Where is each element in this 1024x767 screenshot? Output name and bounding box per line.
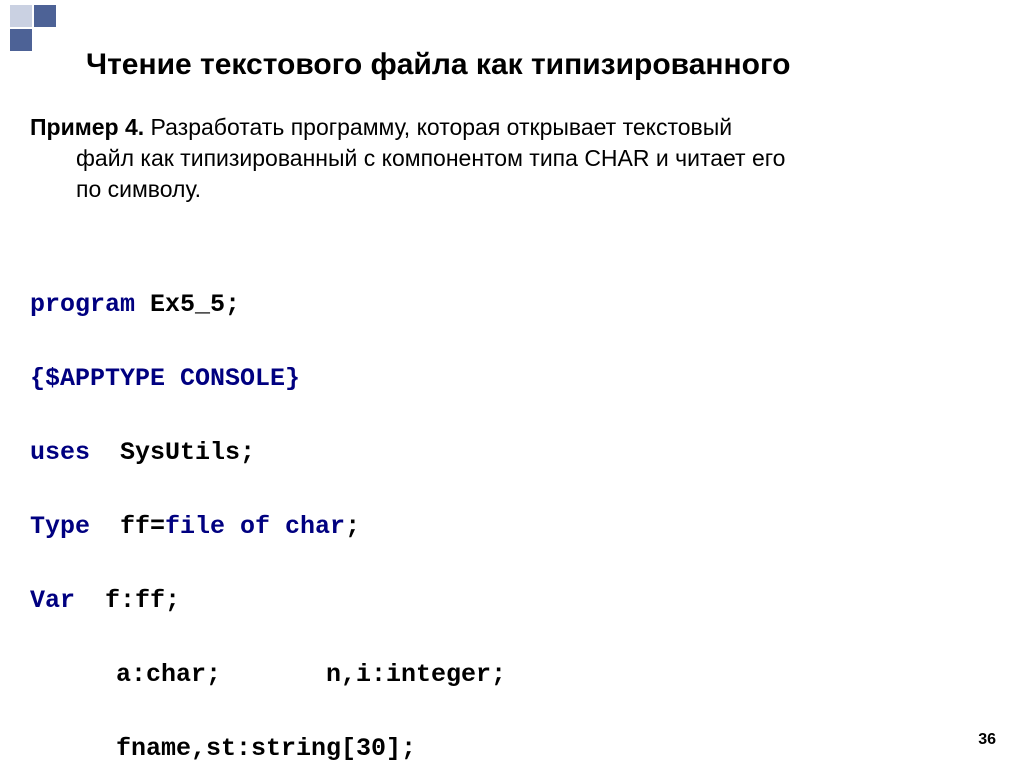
- example-label: Пример 4.: [30, 114, 144, 140]
- deco-square: [10, 29, 32, 51]
- page-number: 36: [978, 731, 996, 749]
- kw-file-of-char: file of char: [165, 512, 345, 541]
- code-text: fname,st:string[30];: [116, 734, 416, 763]
- slide-body: Пример 4. Разработать программу, которая…: [30, 112, 1004, 767]
- code-text: Ex5_5;: [135, 290, 240, 319]
- kw-uses: uses: [30, 438, 90, 467]
- code-line: uses SysUtils;: [30, 434, 1004, 471]
- code-text: SysUtils;: [90, 438, 255, 467]
- code-listing: program Ex5_5; {$APPTYPE CONSOLE} uses S…: [30, 249, 1004, 767]
- deco-square: [34, 5, 56, 27]
- deco-square: [10, 5, 32, 27]
- slide-title: Чтение текстового файла как типизированн…: [86, 48, 1024, 82]
- code-line: a:char; n,i:integer;: [30, 656, 1004, 693]
- code-line: Var f:ff;: [30, 582, 1004, 619]
- code-line: fname,st:string[30];: [30, 730, 1004, 767]
- code-line: {$APPTYPE CONSOLE}: [30, 360, 1004, 397]
- corner-decoration: [0, 0, 90, 60]
- directive-apptype: {$APPTYPE CONSOLE}: [30, 364, 300, 393]
- kw-var: Var: [30, 586, 75, 615]
- problem-line-3: по символу.: [30, 174, 996, 205]
- kw-type: Type: [30, 512, 90, 541]
- kw-program: program: [30, 290, 135, 319]
- code-line: program Ex5_5;: [30, 286, 1004, 323]
- slide: Чтение текстового файла как типизированн…: [0, 0, 1024, 767]
- code-text: ;: [345, 512, 360, 541]
- problem-line-1: Разработать программу, которая открывает…: [144, 114, 732, 140]
- code-text: ff=: [90, 512, 165, 541]
- problem-line-2: файл как типизированный с компонентом ти…: [30, 143, 996, 174]
- code-text: a:char; n,i:integer;: [116, 660, 506, 689]
- code-text: f:ff;: [75, 586, 180, 615]
- code-line: Type ff=file of char;: [30, 508, 1004, 545]
- problem-statement: Пример 4. Разработать программу, которая…: [30, 112, 1004, 205]
